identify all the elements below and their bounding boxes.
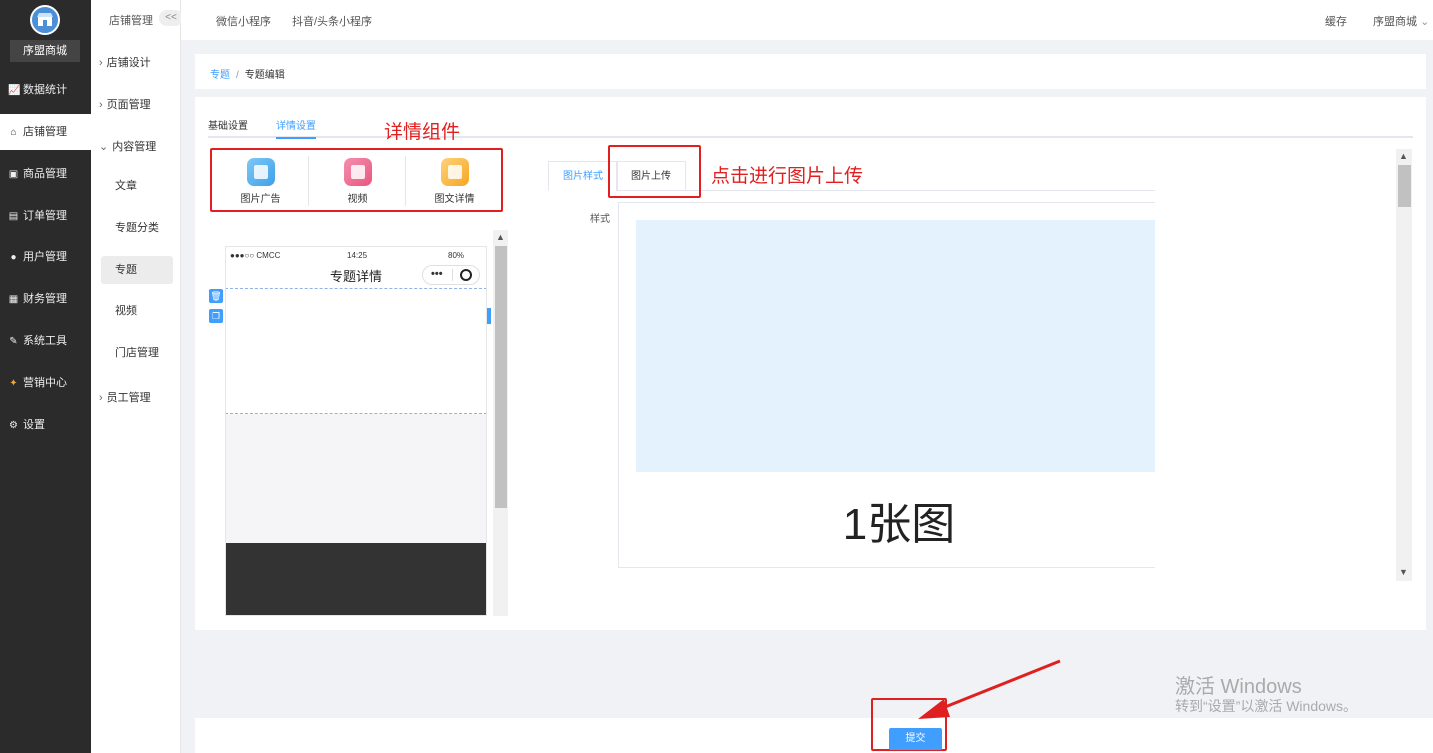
annotation-arrow: [918, 659, 1061, 719]
sidebar-item-orders[interactable]: ▤ 订单管理: [0, 198, 91, 234]
breadcrumb-topic-link[interactable]: 专题: [210, 70, 230, 81]
sidebar-item-finance[interactable]: ▦ 财务管理: [0, 281, 91, 317]
top-bar: 微信小程序 抖音/头条小程序 缓存 序盟商城 ⌄: [181, 0, 1433, 40]
store-icon: ⌂: [10, 127, 17, 138]
marketing-icon: ✦: [9, 378, 18, 389]
subnav-child-video[interactable]: 视频: [101, 297, 173, 325]
component-video[interactable]: 视频: [309, 150, 406, 206]
phone-bottom-bar: [226, 543, 486, 615]
tab-wechat-miniapp[interactable]: 微信小程序: [216, 13, 271, 29]
scroll-up-icon[interactable]: ▲: [496, 232, 505, 242]
sidebar-item-settings[interactable]: ⚙ 设置: [0, 407, 91, 443]
component-palette: 图片广告 视频 图文详情: [212, 150, 502, 210]
style-caption: 1张图: [842, 500, 956, 549]
wrench-icon: ✎: [9, 336, 18, 347]
submit-button[interactable]: 提交: [889, 728, 942, 750]
miniapp-capsule: •••: [422, 265, 480, 285]
chevron-down-icon: ⌄: [1420, 16, 1430, 28]
footer-bar: [195, 718, 1433, 753]
subnav-child-article[interactable]: 文章: [101, 172, 173, 200]
finance-icon: ▦: [8, 294, 19, 305]
subnav-item-store-design[interactable]: › 店铺设计: [99, 54, 151, 70]
sidebar-item-tools[interactable]: ✎ 系统工具: [0, 323, 91, 359]
copy-icon[interactable]: ❐: [209, 309, 223, 323]
sidebar-item-store[interactable]: ⌂ 店铺管理: [0, 114, 91, 150]
component-rich-text[interactable]: 图文详情: [406, 150, 503, 206]
scroll-thumb[interactable]: [1398, 165, 1411, 207]
annotation-upload: 点击进行图片上传: [711, 166, 864, 187]
shop-logo-icon[interactable]: [30, 5, 60, 35]
chevron-down-icon: ⌄: [99, 141, 109, 153]
shop-name: 序盟商城: [10, 40, 80, 62]
gear-icon: ⚙: [9, 420, 18, 431]
phone-preview: ●●●○○ CMCC 14:25 80% 专题详情 •••: [225, 246, 487, 616]
sub-sidebar: 店铺管理 << › 店铺设计 › 页面管理 ⌄ 内容管理 文章 专题分类 专题 视频 …: [91, 0, 183, 753]
breadcrumb: 专题 / 专题编辑: [195, 54, 1426, 89]
chevron-right-icon: ›: [99, 99, 103, 111]
delete-icon[interactable]: 🗑: [209, 289, 223, 303]
main-sidebar: 序盟商城 📈 数据统计 ⌂ 店铺管理 ▣ 商品管理 ▤ 订单管理 ● 用户管理 ▦ 财务管理…: [0, 0, 91, 753]
video-icon: [343, 158, 372, 186]
user-icon: ●: [10, 252, 17, 263]
subnav-item-page-manage[interactable]: › 页面管理: [99, 96, 151, 112]
tab-detail-settings[interactable]: 详情设置: [276, 117, 316, 139]
tab-douyin-miniapp[interactable]: 抖音/头条小程序: [292, 13, 372, 29]
image-placeholder: [636, 220, 1155, 472]
annotation-components: 详情组件: [384, 122, 461, 143]
sidebar-item-marketing[interactable]: ✦ 营销中心: [0, 365, 91, 401]
sidebar-item-goods[interactable]: ▣ 商品管理: [0, 156, 91, 192]
upload-highlight-box: [608, 145, 701, 198]
image-icon: [246, 158, 275, 186]
more-icon: •••: [431, 268, 443, 280]
tab-basic-settings[interactable]: 基础设置: [208, 117, 248, 132]
style-label: 样式: [590, 214, 610, 225]
phone-status-bar: ●●●○○ CMCC 14:25 80%: [226, 247, 486, 265]
subnav-item-staff[interactable]: › 员工管理: [99, 389, 151, 405]
style-option-card[interactable]: 1张图: [618, 202, 1155, 568]
capsule-divider: [452, 269, 453, 281]
breadcrumb-separator: /: [236, 70, 239, 81]
clock: 14:25: [347, 251, 368, 260]
collapse-button[interactable]: <<: [159, 10, 183, 26]
activation-watermark-title: 激活 Windows: [1175, 676, 1302, 698]
activation-watermark-text: 转到“设置”以激活 Windows。: [1175, 698, 1358, 714]
preview-scrollbar[interactable]: ▲: [493, 230, 508, 616]
subnav-item-content-manage[interactable]: ⌄ 内容管理: [99, 138, 156, 154]
component-image-ad[interactable]: 图片广告: [212, 150, 309, 206]
document-icon: [440, 158, 469, 186]
subnav-child-topic-category[interactable]: 专题分类: [101, 214, 173, 242]
sidebar-item-users[interactable]: ● 用户管理: [0, 239, 91, 275]
chart-icon: 📈: [8, 85, 21, 96]
cache-link[interactable]: 缓存: [1325, 13, 1347, 29]
chevron-right-icon: ›: [99, 392, 103, 404]
scroll-down-icon[interactable]: ▼: [1399, 567, 1408, 577]
breadcrumb-current: 专题编辑: [244, 70, 285, 81]
subnav-title: 店铺管理: [109, 15, 153, 27]
sidebar-item-statistics[interactable]: 📈 数据统计: [0, 72, 91, 108]
battery: 80%: [448, 251, 465, 260]
selected-component-area[interactable]: [226, 288, 486, 414]
editor-scrollbar[interactable]: ▲ ▼: [1396, 149, 1412, 581]
chevron-right-icon: ›: [99, 57, 103, 69]
selection-handle[interactable]: [487, 308, 491, 324]
shop-dropdown[interactable]: 序盟商城 ⌄: [1373, 13, 1429, 29]
scroll-up-icon[interactable]: ▲: [1399, 151, 1408, 161]
close-miniapp-icon: [460, 269, 472, 281]
editor-card: 基础设置 详情设置 详情组件 图片广告 视频 图文详情 🗑 ❐ ●●●○○ CM…: [195, 97, 1426, 630]
subnav-child-store[interactable]: 门店管理: [101, 339, 173, 367]
subnav-child-topic[interactable]: 专题: [101, 256, 173, 284]
carrier: ●●●○○ CMCC: [230, 251, 281, 260]
order-icon: ▤: [8, 211, 19, 222]
goods-icon: ▣: [8, 169, 19, 180]
scroll-thumb[interactable]: [495, 246, 507, 508]
